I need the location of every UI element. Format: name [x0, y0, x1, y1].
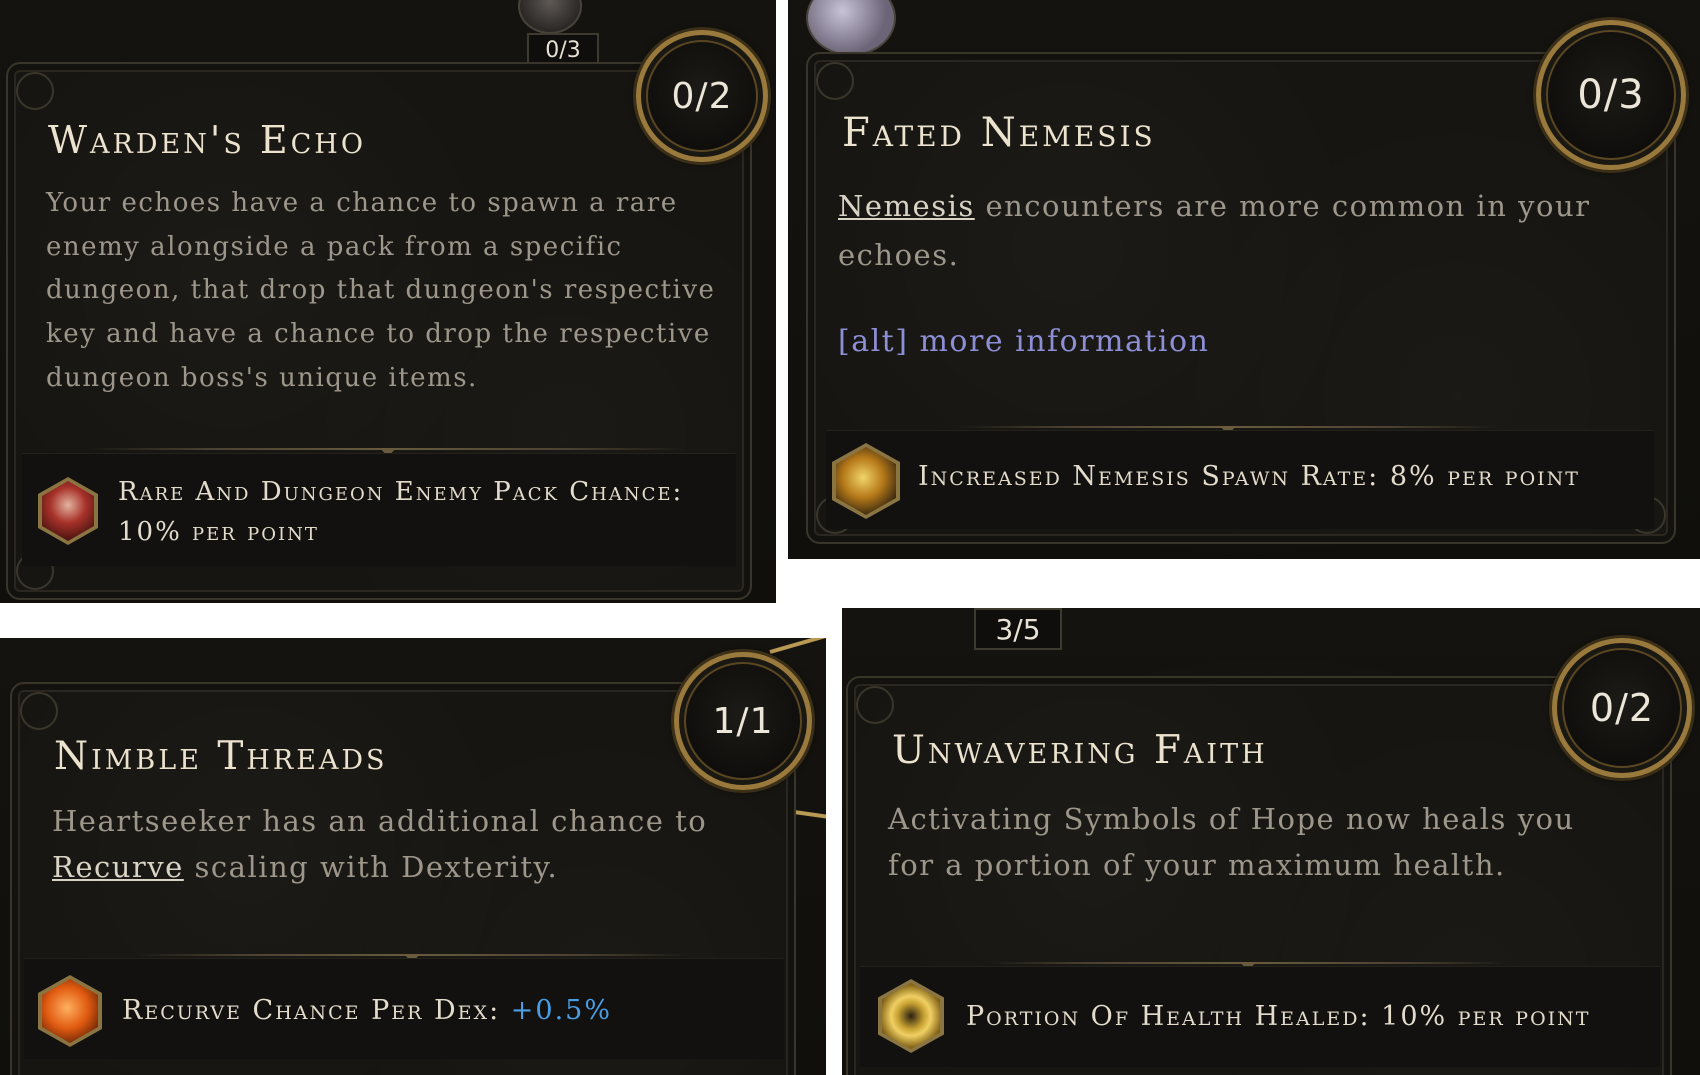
stat-divider	[958, 426, 1498, 435]
passive-tooltip-card: Unwavering Faith Activating Symbols of H…	[846, 676, 1672, 1075]
stat-value: +0.5%	[510, 995, 612, 1026]
stat-row: Rare And Dungeon Enemy Pack Chance: 10% …	[22, 453, 736, 566]
connector-line	[769, 638, 826, 654]
alt-more-information[interactable]: [alt] more information	[838, 324, 1209, 359]
nemesis-beast-icon	[832, 443, 900, 519]
stat-row: Increased Nemesis Spawn Rate: 8% per poi…	[826, 430, 1654, 529]
corner-ornament	[856, 686, 894, 724]
stat-text: Increased Nemesis Spawn Rate: 8% per poi…	[918, 461, 1580, 492]
stat-divider	[88, 448, 688, 457]
stat-text: Recurve Chance Per Dex: +0.5%	[122, 995, 612, 1026]
corner-ornament	[816, 62, 854, 100]
symbol-of-hope-icon	[878, 979, 944, 1053]
stat-row: Portion Of Health Healed: 10% per point	[860, 966, 1660, 1067]
passive-description: Activating Symbols of Hope now heals you…	[888, 802, 1575, 883]
points-ring[interactable]: 1/1	[674, 652, 812, 790]
stat-text: Portion Of Health Healed: 10% per point	[966, 1001, 1591, 1032]
stat-row: Recurve Chance Per Dex: +0.5%	[24, 958, 784, 1059]
panel-nimble-threads: Nimble Threads Heartseeker has an additi…	[0, 638, 826, 1075]
recurve-arrow-icon	[38, 975, 102, 1047]
panel-fated-nemesis: Fated Nemesis Nemesis encounters are mor…	[788, 0, 1700, 559]
stat-divider	[988, 962, 1508, 971]
node-sword-icon[interactable]	[806, 0, 896, 56]
cultist-portrait-icon	[38, 477, 98, 545]
description-text: scaling with Dexterity.	[183, 850, 559, 885]
points-ring[interactable]: 0/2	[1552, 638, 1692, 778]
passive-description: Your echoes have a chance to spawn a rar…	[46, 188, 716, 393]
passive-description: Nemesis encounters are more common in yo…	[838, 182, 1638, 281]
node-skull-icon[interactable]	[518, 0, 582, 34]
corner-ornament	[16, 72, 54, 110]
passive-title: Warden's Echo	[48, 118, 366, 162]
panel-unwavering-faith: 3/5 Unwavering Faith Activating Symbols …	[842, 608, 1700, 1075]
passive-description: Heartseeker has an additional chance to …	[52, 798, 752, 891]
points-ring[interactable]: 0/3	[1536, 20, 1686, 170]
panel-wardens-echo: 0/3 Warden's Echo Your echoes have a cha…	[0, 0, 776, 603]
corner-ornament	[20, 692, 58, 730]
node-points-badge: 3/5	[974, 608, 1062, 650]
passive-title: Unwavering Faith	[892, 728, 1268, 773]
passive-tooltip-card: Warden's Echo Your echoes have a chance …	[6, 62, 752, 600]
passive-title: Fated Nemesis	[842, 110, 1156, 156]
stat-label: Recurve Chance Per Dex:	[122, 995, 511, 1026]
passive-title: Nimble Threads	[54, 734, 388, 779]
points-ring[interactable]: 0/2	[636, 30, 768, 162]
stat-text: Rare And Dungeon Enemy Pack Chance: 10% …	[118, 477, 684, 548]
stat-divider	[132, 954, 692, 963]
nemesis-keyword[interactable]: Nemesis	[838, 189, 975, 223]
recurve-keyword[interactable]: Recurve	[52, 850, 184, 884]
description-text: Heartseeker has an additional chance to	[52, 804, 708, 838]
